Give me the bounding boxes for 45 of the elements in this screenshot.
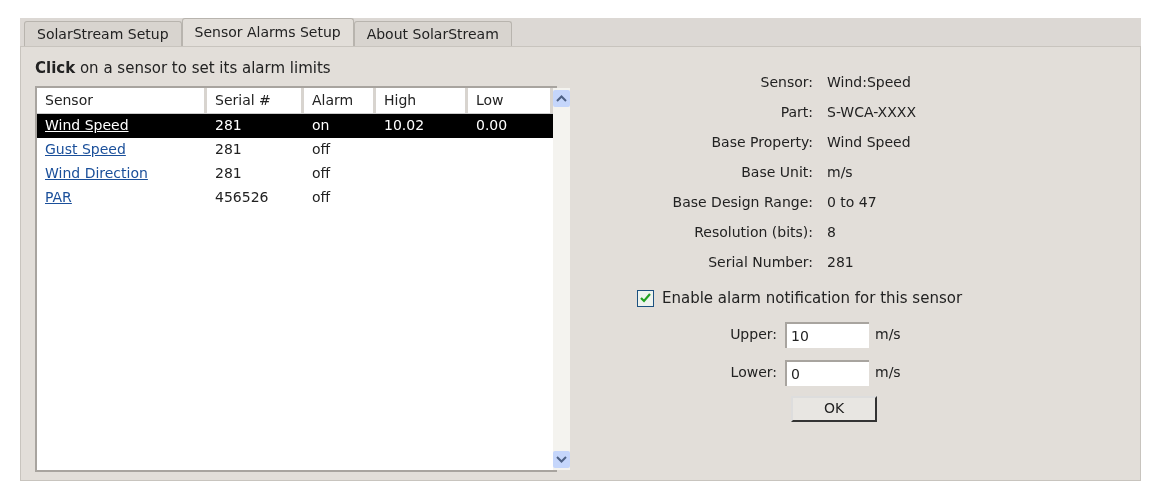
scroll-down-icon[interactable] (553, 451, 570, 468)
detail-label: Sensor: (759, 72, 814, 92)
table-cell-text: off (312, 140, 331, 159)
detail-value: 8 (827, 222, 836, 242)
detail-label: Part: (779, 102, 814, 122)
detail-value: m/s (827, 162, 853, 182)
limit-label: Lower: (729, 363, 778, 382)
instruction-text: Click on a sensor to set its alarm limits (35, 58, 332, 79)
sensor-link[interactable]: Wind Speed (45, 115, 129, 136)
scroll-up-icon[interactable] (553, 89, 570, 107)
limit-label: Upper: (729, 325, 778, 344)
detail-value: 281 (827, 252, 854, 272)
table-cell-text: off (312, 164, 331, 183)
detail-value: Wind:Speed (827, 72, 911, 92)
table-cell-text: on (312, 116, 330, 135)
sensor-link[interactable]: PAR (45, 187, 72, 208)
detail-value: S-WCA-XXXX (827, 102, 916, 122)
limit-field[interactable]: 10 (785, 321, 869, 348)
unit-label: m/s (875, 363, 901, 382)
sensor-link[interactable]: Wind Direction (45, 163, 148, 184)
tab[interactable]: About SolarStream (353, 21, 512, 46)
table-cell-text: 456526 (215, 188, 269, 207)
unit-label: m/s (875, 325, 901, 344)
detail-label: Serial Number: (707, 252, 814, 272)
sensor-link[interactable]: Gust Speed (45, 139, 126, 160)
alarm-checkbox[interactable] (637, 289, 654, 307)
table-cell-text: 281 (215, 164, 242, 183)
table-cell-text: 281 (215, 116, 242, 135)
detail-label: Base Design Range: (671, 192, 814, 212)
tab[interactable]: Sensor Alarms Setup (181, 18, 354, 46)
table-cell-text: 10.02 (384, 116, 425, 135)
table-cell-text: 0.00 (476, 116, 508, 135)
tab[interactable]: SolarStream Setup (24, 21, 182, 46)
check-icon (640, 293, 651, 304)
detail-value: 0 to 47 (827, 192, 877, 212)
checkbox-label: Enable alarm notification for this sensor (662, 288, 963, 309)
table-cell-text: 281 (215, 140, 242, 159)
table-row[interactable]: Wind Speed 281 on 10.02 0.00 (37, 113, 553, 138)
detail-label: Resolution (bits): (693, 222, 814, 242)
detail-value: Wind Speed (827, 132, 911, 152)
detail-label: Base Unit: (740, 162, 814, 182)
detail-label: Base Property: (710, 132, 814, 152)
ok-button[interactable]: OK (791, 395, 877, 422)
limit-field[interactable]: 0 (785, 359, 869, 386)
table-cell-text: off (312, 188, 331, 207)
